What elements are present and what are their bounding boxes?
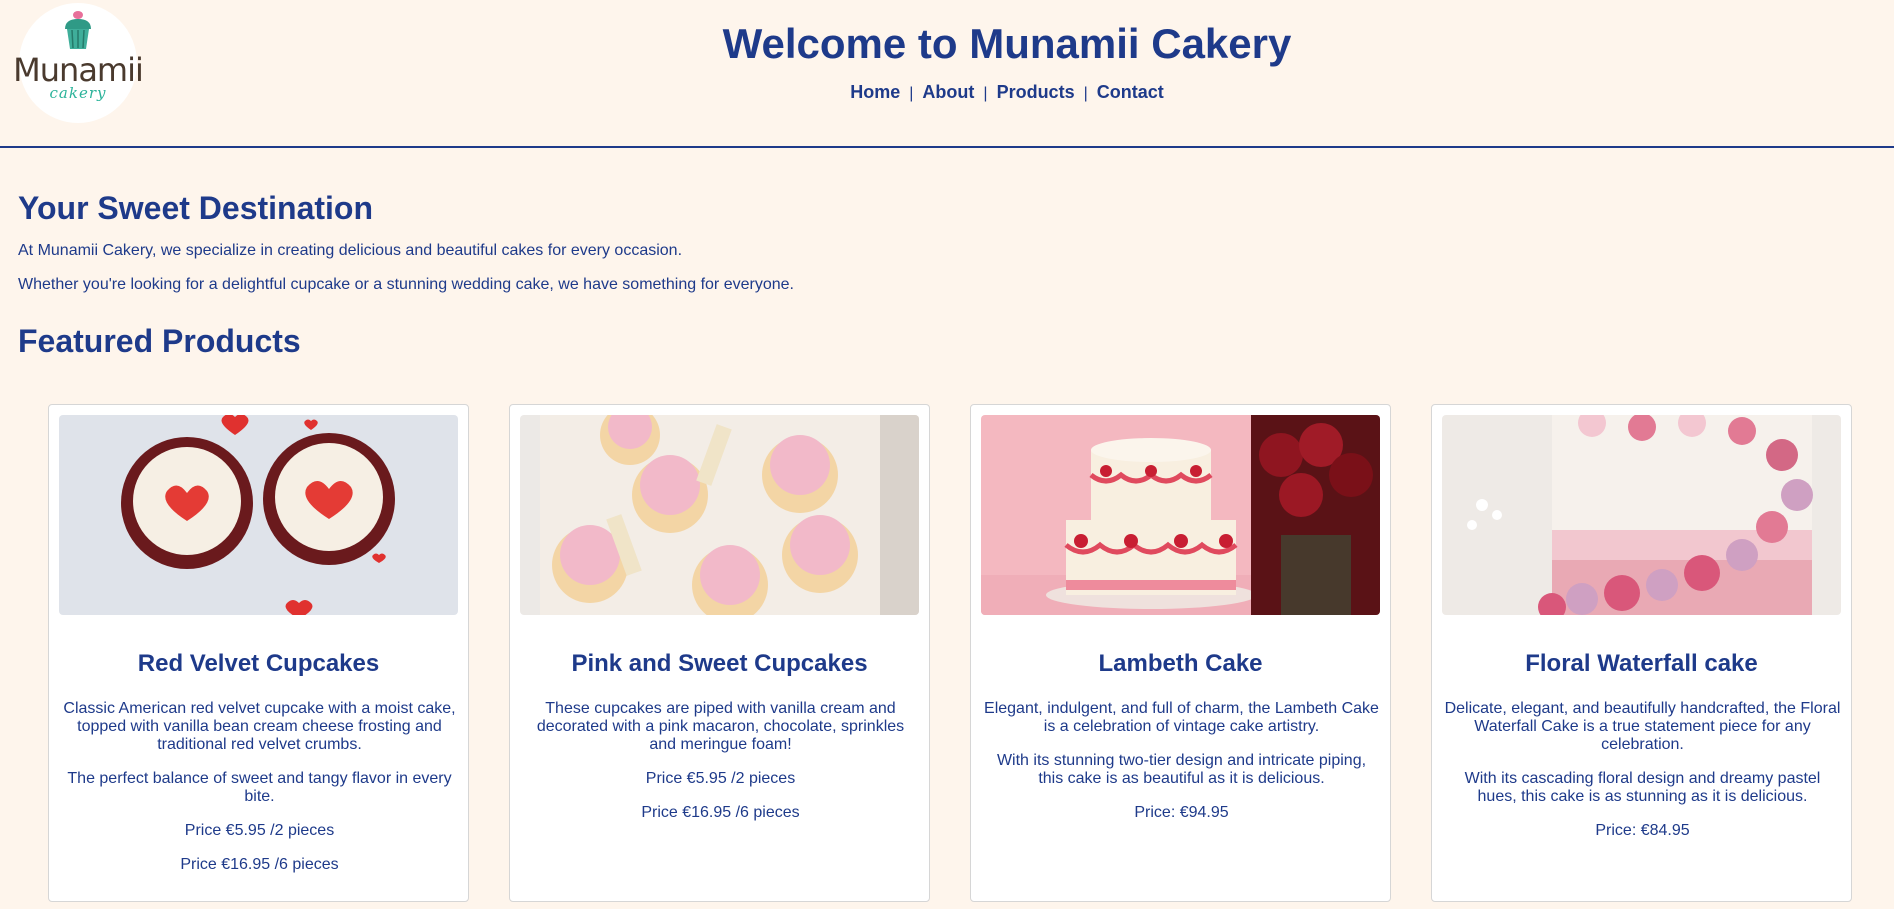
product-text: The perfect balance of sweet and tangy f… (67, 770, 452, 805)
product-card[interactable]: Floral Waterfall cake Delicate, elegant,… (1431, 404, 1852, 902)
intro-section: Your Sweet Destination At Munamii Cakery… (18, 190, 1818, 309)
product-text: With its cascading floral design and dre… (1464, 770, 1821, 805)
nav-separator: | (909, 85, 914, 102)
product-description: Elegant, indulgent, and full of charm, t… (983, 700, 1380, 838)
product-text: Elegant, indulgent, and full of charm, t… (984, 700, 1379, 735)
product-price: Price: €94.95 (1134, 804, 1229, 821)
product-description: Classic American red velvet cupcake with… (61, 700, 458, 890)
nav-contact[interactable]: Contact (1097, 82, 1164, 102)
nav-about[interactable]: About (922, 82, 974, 102)
product-title: Red Velvet Cupcakes (137, 650, 380, 677)
product-price: Price: €84.95 (1595, 822, 1690, 839)
site-header: Munamii cakery Welcome to Munamii Cakery… (0, 0, 1894, 148)
page-title: Welcome to Munamii Cakery (722, 20, 1292, 67)
intro-heading: Your Sweet Destination (18, 190, 374, 226)
product-text: Delicate, elegant, and beautifully handc… (1444, 700, 1841, 753)
product-description: Delicate, elegant, and beautifully handc… (1444, 700, 1841, 856)
main-nav: Home | About | Products | Contact (0, 82, 1894, 103)
nav-separator: | (983, 85, 988, 102)
featured-heading: Featured Products (18, 323, 301, 359)
product-card[interactable]: Pink and Sweet Cupcakes These cupcakes a… (509, 404, 930, 902)
product-description: These cupcakes are piped with vanilla cr… (522, 700, 919, 838)
product-text: Classic American red velvet cupcake with… (63, 700, 456, 753)
product-card[interactable]: Red Velvet Cupcakes Classic American red… (48, 404, 469, 902)
product-title: Lambeth Cake (1098, 650, 1263, 677)
product-grid: Red Velvet Cupcakes Classic American red… (48, 404, 1854, 904)
nav-products[interactable]: Products (997, 82, 1075, 102)
nav-separator: | (1083, 85, 1088, 102)
product-title: Pink and Sweet Cupcakes (571, 650, 868, 677)
product-price: Price €5.95 /2 pieces (184, 822, 335, 839)
product-image[interactable] (981, 415, 1380, 615)
product-image[interactable] (1442, 415, 1841, 615)
intro-paragraph: At Munamii Cakery, we specialize in crea… (18, 242, 683, 259)
product-price: Price €16.95 /6 pieces (641, 804, 800, 821)
product-text: With its stunning two-tier design and in… (996, 752, 1367, 787)
product-price: Price €16.95 /6 pieces (180, 856, 339, 873)
product-price: Price €5.95 /2 pieces (645, 770, 796, 787)
product-text: These cupcakes are piped with vanilla cr… (536, 700, 905, 753)
nav-home[interactable]: Home (850, 82, 900, 102)
intro-paragraph: Whether you're looking for a delightful … (18, 276, 794, 293)
product-image[interactable] (59, 415, 458, 615)
product-title: Floral Waterfall cake (1525, 650, 1758, 677)
product-image[interactable] (520, 415, 919, 615)
product-card[interactable]: Lambeth Cake Elegant, indulgent, and ful… (970, 404, 1391, 902)
